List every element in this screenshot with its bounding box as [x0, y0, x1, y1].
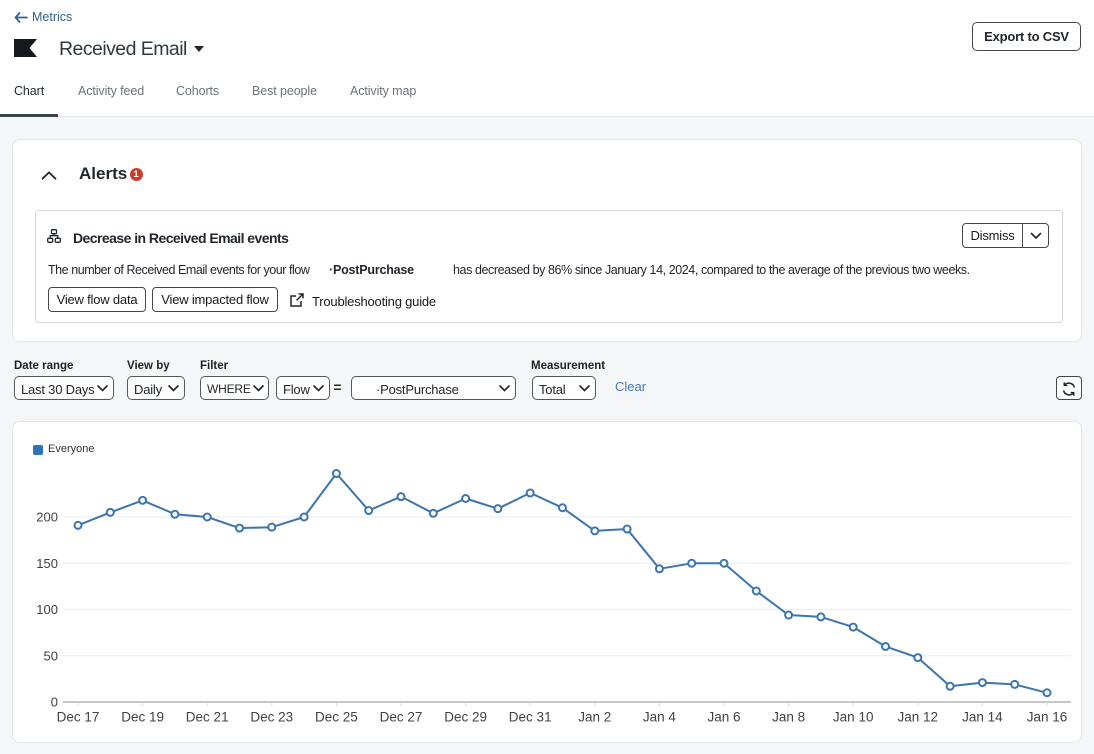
- svg-text:Jan 8: Jan 8: [772, 710, 805, 725]
- svg-text:Dec 23: Dec 23: [250, 710, 293, 725]
- svg-text:100: 100: [36, 602, 58, 617]
- svg-text:Jan 16: Jan 16: [1027, 710, 1068, 725]
- svg-text:Dec 17: Dec 17: [57, 710, 100, 725]
- svg-text:Dec 19: Dec 19: [121, 710, 164, 725]
- svg-text:Jan 12: Jan 12: [898, 710, 939, 725]
- svg-text:Dec 25: Dec 25: [315, 710, 358, 725]
- svg-text:Dec 29: Dec 29: [444, 710, 487, 725]
- svg-text:50: 50: [44, 648, 58, 663]
- svg-text:Jan 6: Jan 6: [707, 710, 740, 725]
- svg-text:200: 200: [36, 510, 58, 525]
- svg-text:Jan 10: Jan 10: [833, 710, 874, 725]
- svg-text:150: 150: [36, 556, 58, 571]
- svg-text:Dec 21: Dec 21: [186, 710, 229, 725]
- svg-text:Jan 2: Jan 2: [578, 710, 611, 725]
- svg-text:Dec 31: Dec 31: [509, 710, 552, 725]
- svg-text:Jan 14: Jan 14: [962, 710, 1003, 725]
- svg-text:0: 0: [51, 695, 58, 710]
- svg-text:Dec 27: Dec 27: [380, 710, 423, 725]
- svg-text:Jan 4: Jan 4: [643, 710, 677, 725]
